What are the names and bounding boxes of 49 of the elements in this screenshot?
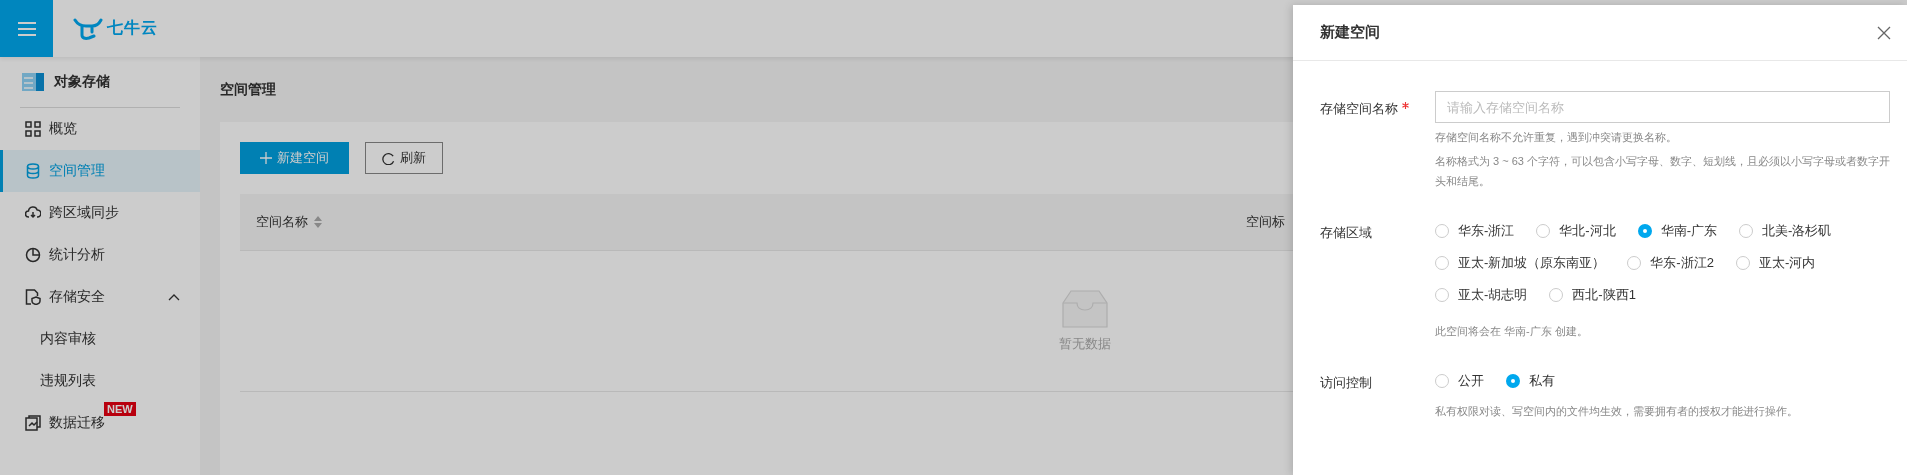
storage-icon xyxy=(22,72,44,92)
refresh-button[interactable]: 刷新 xyxy=(365,142,443,174)
cloud-sync-icon xyxy=(25,205,41,221)
empty-message: 暂无数据 xyxy=(1059,335,1111,353)
menu-button[interactable] xyxy=(0,0,53,57)
field-label: 存储空间名称 xyxy=(1320,100,1398,118)
region-radio[interactable]: 华南-广东 xyxy=(1637,222,1718,240)
nav-item[interactable]: 跨区域同步 xyxy=(0,192,200,234)
drawer-title: 新建空间 xyxy=(1320,23,1380,42)
region-radio[interactable]: 亚太-新加坡（原东南亚） xyxy=(1435,254,1606,272)
database-icon xyxy=(25,163,41,179)
sort-icon[interactable] xyxy=(314,216,322,228)
column-header[interactable]: 空间名称 xyxy=(256,213,308,231)
region-radio[interactable]: 华东-浙江2 xyxy=(1627,254,1714,272)
help-text: 私有权限对读、写空间内的文件均生效，需要拥有者的授权才能进行操作。 xyxy=(1435,404,1799,419)
region-radio[interactable]: 北美-洛杉矶 xyxy=(1739,222,1832,240)
product-title: 对象存储 xyxy=(54,73,110,91)
refresh-icon xyxy=(382,151,395,165)
nav-item[interactable]: 统计分析 xyxy=(0,234,200,276)
region-radio[interactable]: 亚太-河内 xyxy=(1735,254,1816,272)
nav-item[interactable]: 数据迁移 NEW xyxy=(0,402,200,444)
caret-icon[interactable] xyxy=(168,293,180,301)
shield-document-icon xyxy=(25,289,41,305)
help-text: 名称格式为 3 ~ 63 个字符，可以包含小写字母、数字、短划线，且必须以小写字母或者数字开头和结尾。 xyxy=(1435,154,1890,189)
region-radio[interactable]: 西北-陕西1 xyxy=(1549,286,1636,304)
page-title: 空间管理 xyxy=(220,80,276,99)
bucket-name-input[interactable]: 请输入存储空间名称 xyxy=(1435,91,1890,123)
help-text: 此空间将会在 华南-广东 创建。 xyxy=(1435,324,1589,339)
nav-subitem[interactable]: 违规列表 xyxy=(0,360,200,402)
nav-item[interactable]: 存储安全 xyxy=(0,276,200,318)
field-label: 存储区域 xyxy=(1320,224,1372,242)
pie-chart-icon xyxy=(25,247,41,263)
plus-icon xyxy=(260,152,272,164)
access-radio[interactable]: 私有 xyxy=(1506,372,1555,390)
region-radio[interactable]: 华东-浙江 xyxy=(1435,222,1515,240)
field-label: 访问控制 xyxy=(1320,374,1372,392)
close-icon xyxy=(1877,25,1891,40)
region-radio[interactable]: 亚太-胡志明 xyxy=(1435,286,1528,304)
logo-text: 七牛云 xyxy=(107,18,158,38)
menu-icon xyxy=(17,21,36,36)
nav-subitem[interactable]: 内容审核 xyxy=(0,318,200,360)
nav-item[interactable]: 概览 xyxy=(0,108,200,150)
bull-logo-icon xyxy=(73,17,103,40)
help-text: 存储空间名称不允许重复，遇到冲突请更换名称。 xyxy=(1435,130,1678,145)
column-header: 空间标 xyxy=(1246,213,1285,231)
grid-icon xyxy=(25,121,41,137)
new-badge: NEW xyxy=(104,402,136,416)
access-radio[interactable]: 公开 xyxy=(1435,372,1484,390)
region-radio[interactable]: 华北-河北 xyxy=(1536,222,1616,240)
